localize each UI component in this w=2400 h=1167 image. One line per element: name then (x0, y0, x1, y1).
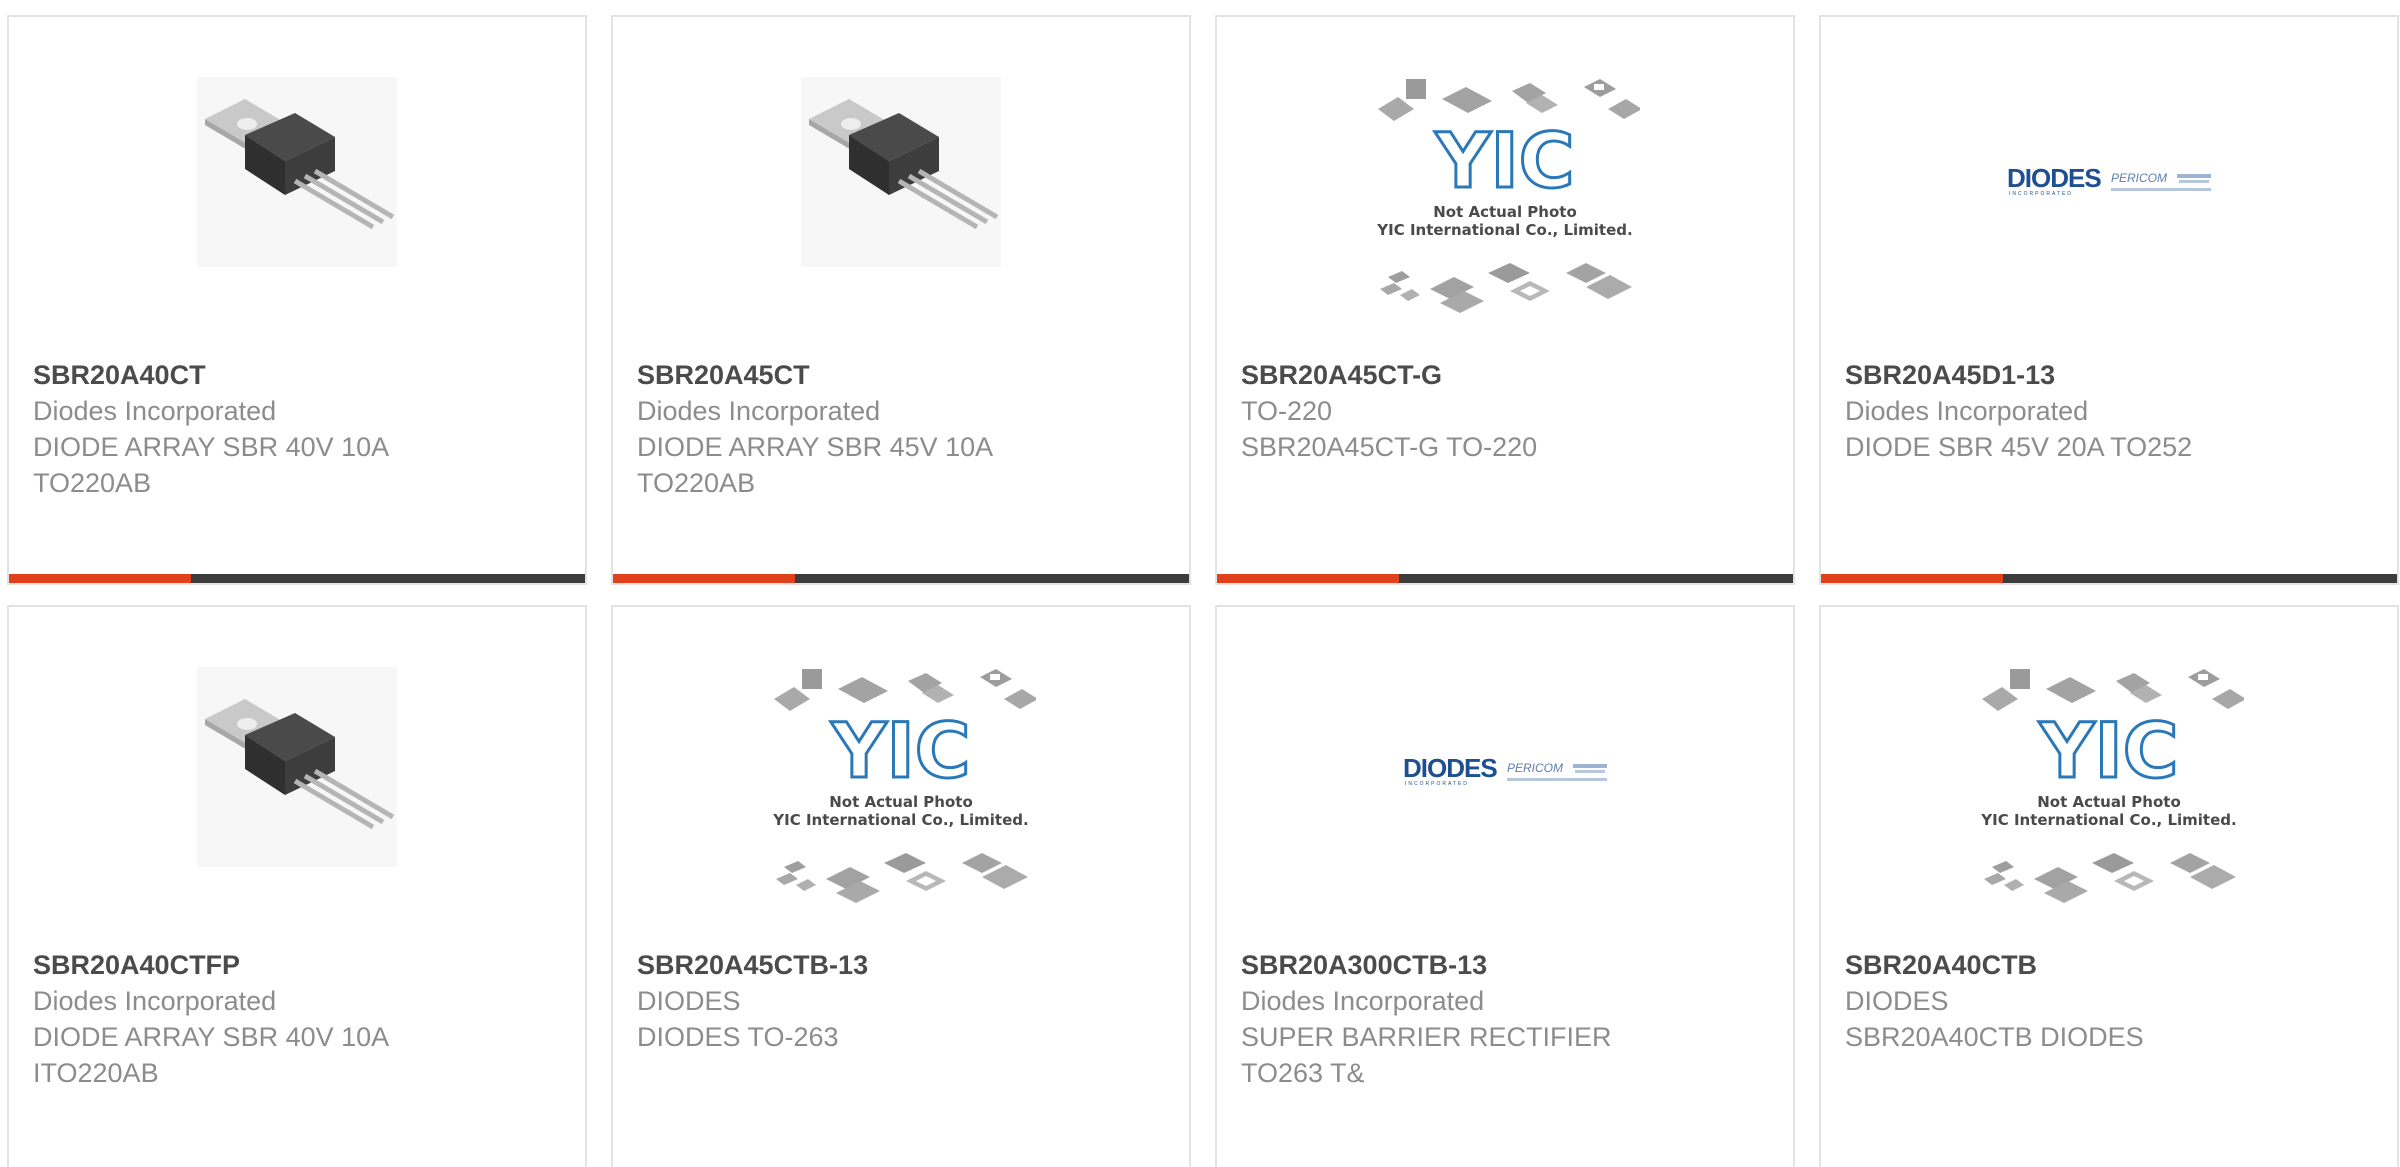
card-accent-bar (9, 574, 191, 583)
to220-package-icon (801, 77, 1001, 267)
to220-package-icon (197, 77, 397, 267)
part-number[interactable]: SBR20A45CT (637, 357, 1157, 393)
pericom-brand-text: PERICOM (2111, 171, 2167, 185)
part-number[interactable]: SBR20A40CTFP (33, 947, 553, 983)
card-footer-bar (9, 574, 585, 583)
part-number[interactable]: SBR20A45CTB-13 (637, 947, 1157, 983)
product-image[interactable] (9, 77, 585, 327)
placeholder-line1: Not Actual Photo (2037, 793, 2181, 811)
description-line: DIODE ARRAY SBR 40V 10A (33, 1022, 390, 1052)
description-line: DIODE ARRAY SBR 45V 10A (637, 432, 994, 462)
product-card[interactable]: SBR20A40CTFP Diodes Incorporated DIODE A… (7, 605, 587, 1167)
product-image[interactable]: DIODES INCORPORATED PERICOM (1821, 77, 2397, 327)
product-card[interactable]: YIC Not Actual Photo YIC International C… (1819, 605, 2399, 1167)
product-card[interactable]: DIODES INCORPORATED PERICOM SBR20A45D1-1… (1819, 15, 2399, 585)
part-number[interactable]: SBR20A300CTB-13 (1241, 947, 1761, 983)
description-line: DIODES TO-263 (637, 1022, 839, 1052)
product-image[interactable] (613, 77, 1189, 327)
yic-placeholder-icon: YIC Not Actual Photo YIC International C… (1980, 669, 2244, 903)
product-card[interactable]: YIC Not Actual Photo YIC International C… (1215, 15, 1795, 585)
card-accent-bar (613, 574, 795, 583)
diodes-pericom-logo-icon: DIODES INCORPORATED PERICOM (1403, 753, 1607, 787)
product-card[interactable]: SBR20A45CT Diodes Incorporated DIODE ARR… (611, 15, 1191, 585)
yic-logo-text: YIC (830, 706, 970, 795)
placeholder-line2: YIC International Co., Limited. (1980, 811, 2236, 829)
product-image[interactable] (9, 667, 585, 917)
description-line: SBR20A45CT-G TO-220 (1241, 432, 1538, 462)
description-line: DIODE ARRAY SBR 40V 10A (33, 432, 390, 462)
placeholder-line1: Not Actual Photo (1433, 203, 1577, 221)
yic-placeholder-icon: YIC Not Actual Photo YIC International C… (772, 669, 1036, 903)
manufacturer: Diodes Incorporated (33, 396, 277, 426)
product-card[interactable]: DIODES INCORPORATED PERICOM SBR20A300CTB… (1215, 605, 1795, 1167)
description-line: SBR20A40CTB DIODES (1845, 1022, 2144, 1052)
to220-package-icon (197, 667, 397, 867)
product-image[interactable]: YIC Not Actual Photo YIC International C… (613, 667, 1189, 917)
pericom-brand-text: PERICOM (1507, 761, 1563, 775)
manufacturer: Diodes Incorporated (33, 986, 277, 1016)
placeholder-line1: Not Actual Photo (829, 793, 973, 811)
description-line: TO263 T& (1241, 1058, 1365, 1088)
description-line: DIODE SBR 45V 20A TO252 (1845, 432, 2193, 462)
diodes-brand-text: DIODES (2007, 163, 2101, 193)
product-image[interactable]: YIC Not Actual Photo YIC International C… (1217, 77, 1793, 327)
part-number[interactable]: SBR20A40CT (33, 357, 553, 393)
part-number[interactable]: SBR20A40CTB (1845, 947, 2365, 983)
manufacturer: Diodes Incorporated (637, 396, 881, 426)
card-accent-bar (1821, 574, 2003, 583)
manufacturer: DIODES (1845, 986, 1949, 1016)
placeholder-line2: YIC International Co., Limited. (772, 811, 1028, 829)
yic-logo-text: YIC (1434, 116, 1574, 205)
card-footer-bar (1821, 574, 2397, 583)
part-number[interactable]: SBR20A45D1-13 (1845, 357, 2365, 393)
card-accent-bar (1217, 574, 1399, 583)
yic-placeholder-icon: YIC Not Actual Photo YIC International C… (1376, 79, 1640, 313)
description-line: ITO220AB (33, 1058, 159, 1088)
manufacturer: Diodes Incorporated (1241, 986, 1485, 1016)
part-number[interactable]: SBR20A45CT-G (1241, 357, 1761, 393)
manufacturer: TO-220 (1241, 396, 1333, 426)
product-image[interactable]: DIODES INCORPORATED PERICOM (1217, 667, 1793, 917)
card-footer-bar (1217, 574, 1793, 583)
product-card[interactable]: SBR20A40CT Diodes Incorporated DIODE ARR… (7, 15, 587, 585)
diodes-sub-text: INCORPORATED (1405, 781, 1469, 787)
product-image[interactable]: YIC Not Actual Photo YIC International C… (1821, 667, 2397, 917)
placeholder-line2: YIC International Co., Limited. (1376, 221, 1632, 239)
diodes-sub-text: INCORPORATED (2009, 191, 2073, 197)
yic-logo-text: YIC (2038, 706, 2178, 795)
manufacturer: Diodes Incorporated (1845, 396, 2089, 426)
description-line: TO220AB (33, 468, 152, 498)
diodes-pericom-logo-icon: DIODES INCORPORATED PERICOM (2007, 163, 2211, 197)
description-line: SUPER BARRIER RECTIFIER (1241, 1022, 1612, 1052)
description-line: TO220AB (637, 468, 756, 498)
manufacturer: DIODES (637, 986, 741, 1016)
card-footer-bar (613, 574, 1189, 583)
diodes-brand-text: DIODES (1403, 753, 1497, 783)
product-card[interactable]: YIC Not Actual Photo YIC International C… (611, 605, 1191, 1167)
